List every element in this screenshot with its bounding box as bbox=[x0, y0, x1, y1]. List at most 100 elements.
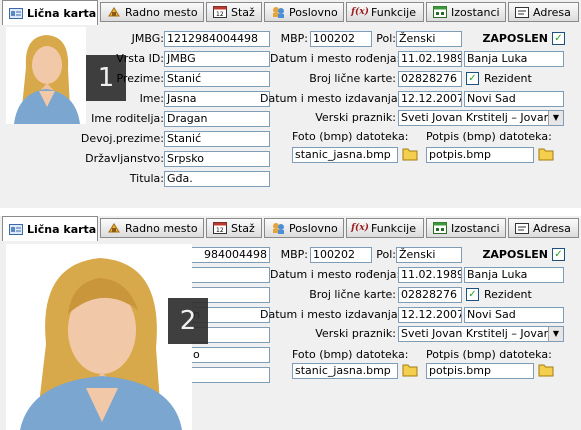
titula-field[interactable]: Gđa. bbox=[164, 171, 270, 187]
tab-bar: Lična karta Radno mesto 12 Staž Poslovno… bbox=[0, 0, 581, 25]
datum-rodjenja-field[interactable]: 11.02.1989 bbox=[398, 267, 462, 283]
zaposlen-label: ZAPOSLEN bbox=[482, 248, 548, 261]
foto-field[interactable]: stanic_jasna.bmp bbox=[292, 363, 398, 379]
employee-photo-enlarged bbox=[6, 244, 192, 430]
ime-field[interactable]: Jasna bbox=[164, 91, 270, 107]
tab-adresa[interactable]: Adresa bbox=[508, 218, 579, 238]
pol-field[interactable]: Ženski bbox=[396, 247, 462, 263]
tab-izostanci[interactable]: Izostanci bbox=[426, 218, 506, 238]
svg-text:12: 12 bbox=[216, 227, 224, 234]
employee-form-panel-large-photo: Lična karta Radno mesto 12 Staž Poslovno… bbox=[0, 216, 581, 430]
mesto-rodjenja-field[interactable]: Banja Luka bbox=[464, 51, 564, 67]
tab-adresa[interactable]: Adresa bbox=[508, 2, 579, 22]
datum-izdavanja-field[interactable]: 12.12.2007 bbox=[398, 91, 462, 107]
mbp-label: MBP: bbox=[280, 248, 308, 261]
potpis-field[interactable]: potpis.bmp bbox=[426, 147, 534, 163]
tab-funkcije[interactable]: f(x) Funkcije bbox=[346, 2, 424, 22]
mbp-field[interactable]: 100202 bbox=[310, 247, 372, 263]
devoj-prezime-field[interactable]: Stanić bbox=[164, 131, 270, 147]
foto-label: Foto (bmp) datoteka: bbox=[292, 348, 409, 361]
pol-field[interactable]: Ženski bbox=[396, 31, 462, 47]
zaposlen-label: ZAPOSLEN bbox=[482, 32, 548, 45]
vrsta-id-label: Vrsta ID: bbox=[116, 52, 164, 65]
datum-rodjenja-label: Datum i mesto rođenja: bbox=[270, 268, 401, 281]
tab-radno-mesto[interactable]: Radno mesto bbox=[100, 218, 204, 238]
prezime-label: Prezime: bbox=[116, 72, 164, 85]
foto-field[interactable]: stanic_jasna.bmp bbox=[292, 147, 398, 163]
business-icon bbox=[271, 6, 285, 18]
function-icon: f(x) bbox=[351, 223, 369, 233]
absence-icon bbox=[433, 6, 447, 18]
id-card-icon bbox=[9, 7, 23, 19]
devoj-prezime-label: Devoj.prezime: bbox=[80, 132, 164, 145]
tab-radno-mesto[interactable]: Radno mesto bbox=[100, 2, 204, 22]
foto-label: Foto (bmp) datoteka: bbox=[292, 130, 409, 143]
workplace-icon bbox=[107, 6, 121, 18]
rezident-checkbox[interactable]: ✓ bbox=[466, 72, 479, 85]
mbp-label: MBP: bbox=[280, 32, 308, 45]
verski-praznik-label: Verski praznik: bbox=[315, 327, 396, 340]
ime-label: Ime: bbox=[139, 92, 164, 105]
potpis-field[interactable]: potpis.bmp bbox=[426, 363, 534, 379]
chevron-down-icon[interactable]: ▼ bbox=[548, 111, 563, 125]
datum-izdavanja-label: Datum i mesto izdavanja: bbox=[260, 308, 402, 321]
jmbg-field[interactable]: 1212984004498 bbox=[164, 31, 270, 47]
ime-roditelja-label: Ime roditelja: bbox=[91, 112, 164, 125]
tab-licna-karta[interactable]: Lična karta bbox=[2, 216, 98, 241]
verski-praznik-select[interactable]: Sveti Jovan Krstitelj – Jovanjd ▼ bbox=[398, 110, 564, 126]
vrsta-id-field[interactable]: JMBG bbox=[164, 51, 270, 67]
verski-praznik-label: Verski praznik: bbox=[315, 111, 396, 124]
rezident-label: Rezident bbox=[484, 288, 532, 301]
mesto-izdavanja-field[interactable]: Novi Sad bbox=[464, 307, 564, 323]
address-icon bbox=[515, 6, 529, 18]
potpis-label: Potpis (bmp) datoteka: bbox=[426, 348, 552, 361]
rezident-checkbox[interactable]: ✓ bbox=[466, 288, 479, 301]
broj-licne-field[interactable]: 02828276 bbox=[398, 287, 462, 303]
employee-form-panel-small-photo: Lična karta Radno mesto 12 Staž Poslovno… bbox=[0, 0, 581, 208]
folder-open-icon[interactable] bbox=[538, 146, 555, 161]
tab-poslovno[interactable]: Poslovno bbox=[264, 218, 344, 238]
broj-licne-label: Broj lične karte: bbox=[309, 72, 396, 85]
mbp-field[interactable]: 100202 bbox=[310, 31, 372, 47]
tab-funkcije[interactable]: f(x) Funkcije bbox=[346, 218, 424, 238]
function-icon: f(x) bbox=[351, 7, 369, 17]
employee-photo bbox=[6, 27, 86, 124]
calendar-icon: 12 bbox=[213, 6, 227, 18]
datum-rodjenja-field[interactable]: 11.02.1989 bbox=[398, 51, 462, 67]
pol-label: Pol: bbox=[376, 32, 396, 45]
mesto-izdavanja-field[interactable]: Novi Sad bbox=[464, 91, 564, 107]
titula-label: Titula: bbox=[129, 172, 164, 185]
svg-text:12: 12 bbox=[216, 11, 224, 18]
absence-icon bbox=[433, 222, 447, 234]
ime-roditelja-field[interactable]: Dragan bbox=[164, 111, 270, 127]
chevron-down-icon[interactable]: ▼ bbox=[548, 327, 563, 341]
tab-bar: Lična karta Radno mesto 12 Staž Poslovno… bbox=[0, 216, 581, 241]
address-icon bbox=[515, 222, 529, 234]
datum-izdavanja-label: Datum i mesto izdavanja: bbox=[260, 92, 402, 105]
jmbg-label: JMBG: bbox=[131, 32, 164, 45]
annotation-badge-2: 2 bbox=[168, 298, 208, 344]
mesto-rodjenja-field[interactable]: Banja Luka bbox=[464, 267, 564, 283]
tab-poslovno[interactable]: Poslovno bbox=[264, 2, 344, 22]
drzavljanstvo-field[interactable]: Srpsko bbox=[164, 151, 270, 167]
tab-staz[interactable]: 12 Staž bbox=[206, 2, 262, 22]
workplace-icon bbox=[107, 222, 121, 234]
folder-open-icon[interactable] bbox=[402, 146, 419, 161]
calendar-icon: 12 bbox=[213, 222, 227, 234]
datum-izdavanja-field[interactable]: 12.12.2007 bbox=[398, 307, 462, 323]
verski-praznik-select[interactable]: Sveti Jovan Krstitelj – Jovanjd ▼ bbox=[398, 326, 564, 342]
id-card-icon bbox=[9, 223, 23, 235]
pol-label: Pol: bbox=[376, 248, 396, 261]
folder-open-icon[interactable] bbox=[538, 362, 555, 377]
tab-licna-karta[interactable]: Lična karta bbox=[2, 0, 98, 25]
zaposlen-checkbox[interactable]: ✓ bbox=[552, 32, 565, 45]
tab-staz[interactable]: 12 Staž bbox=[206, 218, 262, 238]
broj-licne-field[interactable]: 02828276 bbox=[398, 71, 462, 87]
prezime-field[interactable]: Stanić bbox=[164, 71, 270, 87]
potpis-label: Potpis (bmp) datoteka: bbox=[426, 130, 552, 143]
folder-open-icon[interactable] bbox=[402, 362, 419, 377]
tab-izostanci[interactable]: Izostanci bbox=[426, 2, 506, 22]
datum-rodjenja-label: Datum i mesto rođenja: bbox=[270, 52, 401, 65]
broj-licne-label: Broj lične karte: bbox=[309, 288, 396, 301]
zaposlen-checkbox[interactable]: ✓ bbox=[552, 248, 565, 261]
